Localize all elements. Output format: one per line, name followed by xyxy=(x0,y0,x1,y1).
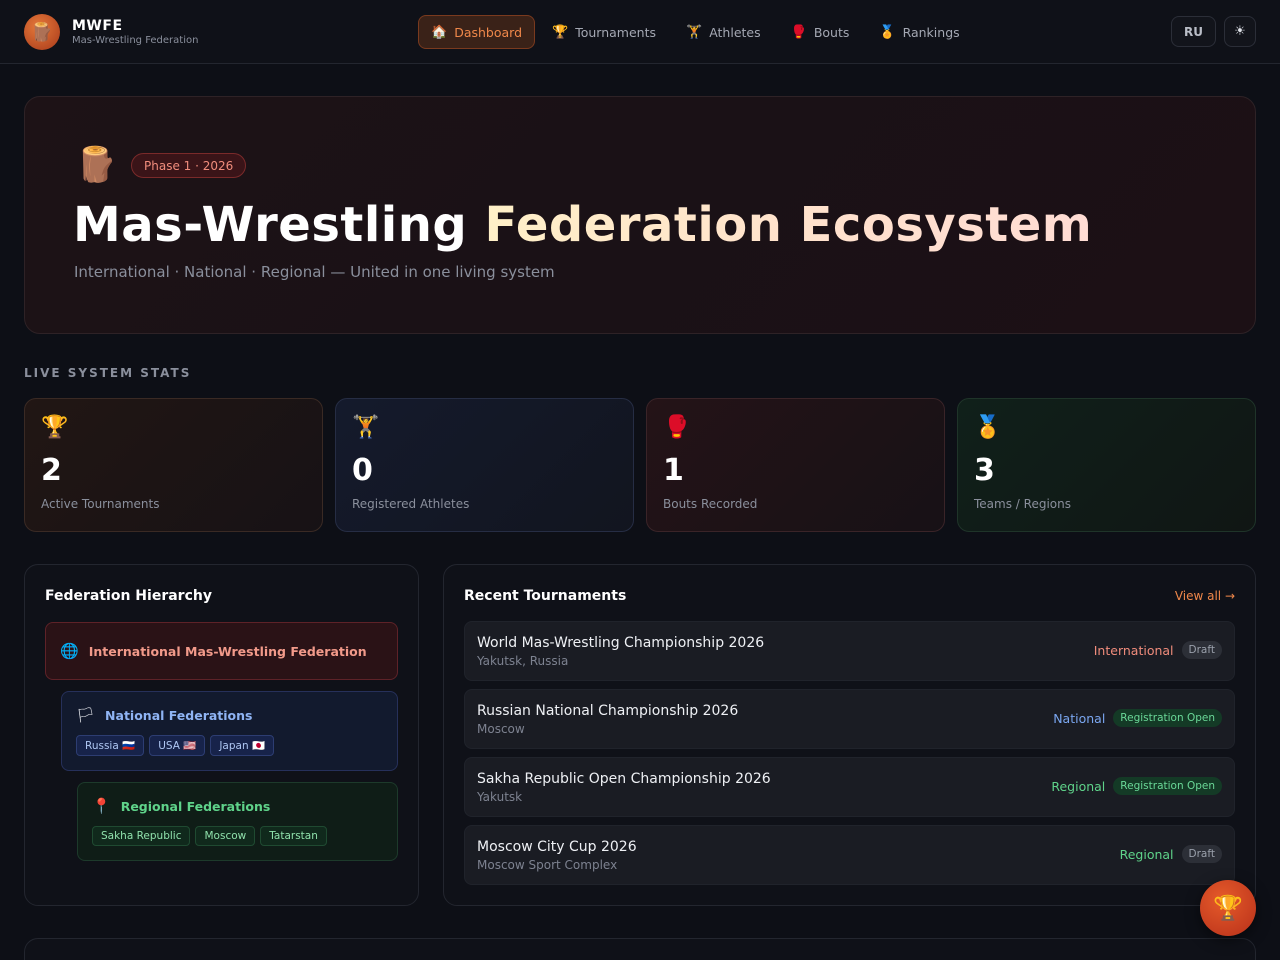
nav-label: Bouts xyxy=(813,24,850,40)
hierarchy-international[interactable]: 🌐 International Mas-Wrestling Federation xyxy=(45,622,398,680)
boxing-glove-icon: 🥊 xyxy=(663,415,691,440)
chip-moscow[interactable]: Moscow xyxy=(195,826,256,846)
brand[interactable]: 🪵 MWFE Mas-Wrestling Federation xyxy=(24,14,198,50)
tournament-level: National xyxy=(1053,710,1106,726)
tournament-name: Russian National Championship 2026 xyxy=(477,703,739,719)
stat-card-tournaments: 🏆 2 Active Tournaments xyxy=(24,398,323,532)
hero-title-plain: Mas-Wrestling xyxy=(73,197,468,253)
hierarchy-name: National Federations xyxy=(105,707,253,723)
tournament-name: Moscow City Cup 2026 xyxy=(477,839,637,855)
hierarchy-name: International Mas-Wrestling Federation xyxy=(88,643,367,659)
chip-usa[interactable]: USA 🇺🇸 xyxy=(149,735,206,756)
tournament-name: Sakha Republic Open Championship 2026 xyxy=(477,771,771,787)
stat-card-teams: 🏅 3 Teams / Regions xyxy=(957,398,1256,532)
tournament-location: Moscow xyxy=(477,722,525,736)
federation-hierarchy-panel: Federation Hierarchy 🌐 International Mas… xyxy=(24,564,419,906)
floating-action-button[interactable]: 🏆 xyxy=(1200,880,1256,936)
stat-value: 3 xyxy=(974,453,995,488)
log-icon: 🪵 xyxy=(75,145,118,185)
hero-banner: 🪵 Phase 1 · 2026 Mas-Wrestling Federatio… xyxy=(24,96,1256,334)
next-panel xyxy=(24,938,1256,960)
nav-tournaments[interactable]: 🏆 Tournaments xyxy=(539,15,669,49)
status-badge: Draft xyxy=(1181,641,1222,659)
stats-section-label: LIVE SYSTEM STATS xyxy=(24,366,192,380)
brand-subtitle: Mas-Wrestling Federation xyxy=(72,35,199,46)
panel-title: Recent Tournaments xyxy=(464,588,627,604)
trophy-icon: 🏆 xyxy=(41,415,69,440)
boxing-glove-icon: 🥊 xyxy=(790,24,807,40)
stat-label: Bouts Recorded xyxy=(663,497,758,511)
chip-sakha[interactable]: Sakha Republic xyxy=(92,826,191,846)
trophy-icon: 🏆 xyxy=(1213,894,1243,922)
globe-icon: 🌐 xyxy=(60,642,79,660)
view-all-link[interactable]: View all → xyxy=(1175,589,1235,603)
weightlifter-icon: 🏋 xyxy=(352,415,380,440)
sun-icon: ☀ xyxy=(1234,24,1246,39)
tournament-location: Yakutsk xyxy=(477,790,523,804)
main-nav: 🏠 Dashboard 🏆 Tournaments 🏋 Athletes 🥊 B… xyxy=(418,15,977,49)
tournament-name: World Mas-Wrestling Championship 2026 xyxy=(477,635,765,651)
nav-label: Tournaments xyxy=(575,24,656,40)
nav-label: Athletes xyxy=(709,24,761,40)
tournament-row[interactable]: Russian National Championship 2026 Mosco… xyxy=(464,689,1235,749)
chip-russia[interactable]: Russia 🇷🇺 xyxy=(76,735,145,756)
stat-value: 0 xyxy=(352,453,373,488)
language-toggle-button[interactable]: RU xyxy=(1171,16,1216,47)
trophy-icon: 🏆 xyxy=(552,24,569,40)
tournament-row[interactable]: Moscow City Cup 2026 Moscow Sport Comple… xyxy=(464,825,1235,885)
status-badge: Registration Open xyxy=(1113,777,1222,795)
status-badge: Draft xyxy=(1181,845,1222,863)
stat-label: Teams / Regions xyxy=(974,497,1071,511)
nav-athletes[interactable]: 🏋 Athletes xyxy=(673,15,774,49)
hierarchy-national[interactable]: 🏳 National Federations Russia 🇷🇺 USA 🇺🇸 … xyxy=(61,691,398,771)
stat-value: 2 xyxy=(41,453,62,488)
tournament-level: International xyxy=(1093,642,1174,658)
stat-card-athletes: 🏋 0 Registered Athletes xyxy=(335,398,634,532)
weightlifter-icon: 🏋 xyxy=(686,24,703,40)
nav-bouts[interactable]: 🥊 Bouts xyxy=(778,15,863,49)
tournament-location: Yakutsk, Russia xyxy=(477,654,569,668)
recent-tournaments-panel: Recent Tournaments View all → World Mas-… xyxy=(443,564,1256,906)
theme-toggle-button[interactable]: ☀ xyxy=(1224,16,1256,47)
stat-value: 1 xyxy=(663,453,684,488)
nav-label: Rankings xyxy=(902,24,960,40)
tournament-level: Regional xyxy=(1119,846,1174,862)
panel-title: Federation Hierarchy xyxy=(45,588,212,604)
medal-icon: 🏅 xyxy=(879,24,896,40)
tournament-row[interactable]: Sakha Republic Open Championship 2026 Ya… xyxy=(464,757,1235,817)
tournament-row[interactable]: World Mas-Wrestling Championship 2026 Ya… xyxy=(464,621,1235,681)
pin-icon: 📍 xyxy=(92,797,111,815)
hero-title: Mas-Wrestling Federation Ecosystem xyxy=(73,197,1092,253)
home-icon: 🏠 xyxy=(431,24,448,40)
stat-label: Active Tournaments xyxy=(41,497,160,511)
nav-dashboard[interactable]: 🏠 Dashboard xyxy=(418,15,536,49)
status-badge: Registration Open xyxy=(1113,709,1222,727)
hero-subtitle: International · National · Regional — Un… xyxy=(74,263,555,281)
flag-icon: 🏳 xyxy=(76,706,96,724)
chip-japan[interactable]: Japan 🇯🇵 xyxy=(210,735,275,756)
nav-rankings[interactable]: 🏅 Rankings xyxy=(866,15,972,49)
hierarchy-name: Regional Federations xyxy=(120,798,271,814)
chip-tatarstan[interactable]: Tatarstan xyxy=(260,826,327,846)
nav-label: Dashboard xyxy=(454,24,523,40)
brand-name: MWFE xyxy=(72,18,123,34)
phase-badge: Phase 1 · 2026 xyxy=(131,153,247,178)
top-bar: 🪵 MWFE Mas-Wrestling Federation 🏠 Dashbo… xyxy=(0,0,1280,64)
stat-label: Registered Athletes xyxy=(352,497,470,511)
tournament-level: Regional xyxy=(1051,778,1106,794)
hierarchy-regional[interactable]: 📍 Regional Federations Sakha Republic Mo… xyxy=(77,782,398,861)
medal-icon: 🏅 xyxy=(974,415,1002,440)
stat-card-bouts: 🥊 1 Bouts Recorded xyxy=(646,398,945,532)
hero-title-highlight: Federation Ecosystem xyxy=(484,197,1093,253)
log-icon: 🪵 xyxy=(24,14,60,50)
tournament-location: Moscow Sport Complex xyxy=(477,858,618,872)
